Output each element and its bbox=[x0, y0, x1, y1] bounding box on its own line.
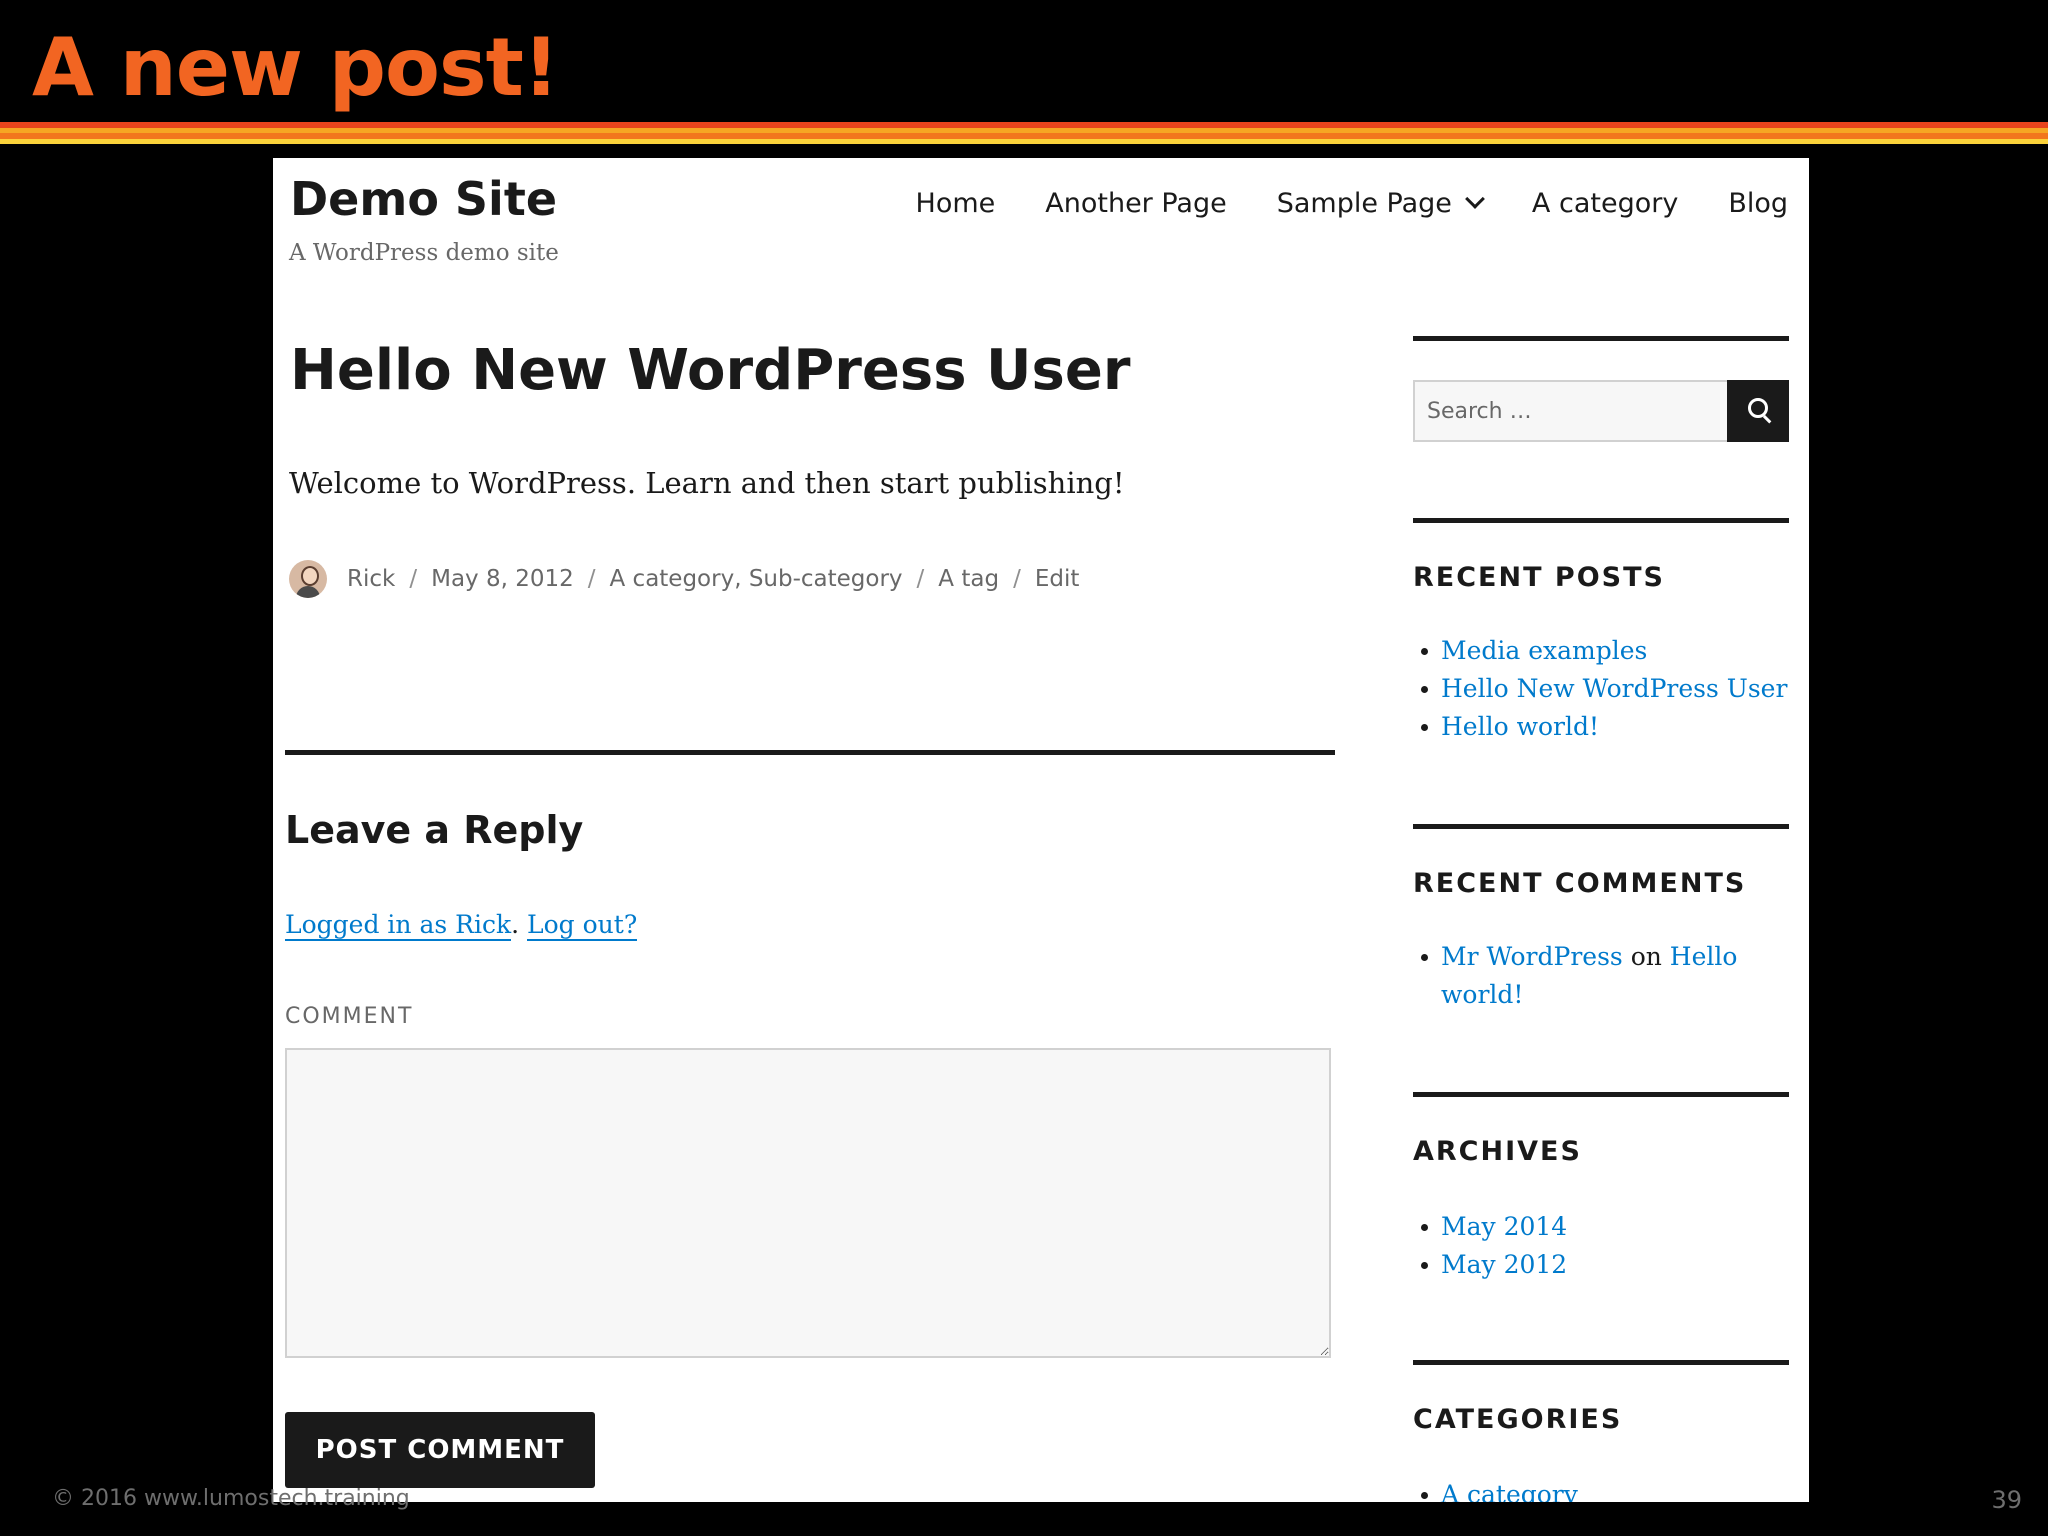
archives-list: May 2014 May 2012 bbox=[1413, 1208, 1789, 1284]
sidebar-rule bbox=[1413, 336, 1789, 341]
comment-textarea[interactable] bbox=[285, 1048, 1331, 1358]
search-icon bbox=[1748, 398, 1768, 418]
post-categories-link[interactable]: A category, Sub-category bbox=[610, 566, 903, 592]
category-link[interactable]: A category bbox=[1441, 1480, 1578, 1502]
list-item: Hello New WordPress User bbox=[1413, 670, 1789, 708]
list-item: May 2012 bbox=[1413, 1246, 1789, 1284]
recent-posts-heading: RECENT POSTS bbox=[1413, 562, 1665, 593]
post-author-link[interactable]: Rick bbox=[347, 566, 395, 592]
sidebar-rule bbox=[1413, 518, 1789, 523]
stripe-4 bbox=[0, 138, 2048, 144]
recent-posts-list: Media examples Hello New WordPress User … bbox=[1413, 632, 1789, 746]
sidebar-rule bbox=[1413, 824, 1789, 829]
meta-separator: / bbox=[916, 566, 925, 592]
post-comment-button[interactable]: POST COMMENT bbox=[285, 1412, 595, 1488]
author-avatar bbox=[289, 560, 327, 598]
main-navigation: Home Another Page Sample Page A category… bbox=[916, 188, 1788, 219]
meta-separator: / bbox=[587, 566, 596, 592]
logged-in-period: . bbox=[511, 910, 520, 939]
logout-link[interactable]: Log out? bbox=[527, 910, 638, 941]
search-input[interactable] bbox=[1413, 380, 1727, 442]
list-item: Mr WordPress on Hello world! bbox=[1413, 938, 1789, 1014]
recent-post-link[interactable]: Hello New WordPress User bbox=[1441, 674, 1787, 703]
slide-page-number: 39 bbox=[1991, 1486, 2022, 1514]
title-stripes bbox=[0, 122, 2048, 144]
post-tag-link[interactable]: A tag bbox=[938, 566, 999, 592]
recent-comments-heading: RECENT COMMENTS bbox=[1413, 868, 1747, 899]
meta-separator: / bbox=[1013, 566, 1021, 592]
slide-title: A new post! bbox=[32, 21, 559, 114]
list-item: May 2014 bbox=[1413, 1208, 1789, 1246]
list-item: Media examples bbox=[1413, 632, 1789, 670]
chevron-down-icon[interactable] bbox=[1465, 189, 1485, 209]
archives-heading: ARCHIVES bbox=[1413, 1136, 1582, 1167]
search-submit-button[interactable] bbox=[1727, 380, 1789, 442]
list-item: A category bbox=[1413, 1476, 1789, 1502]
website-screenshot: Demo Site A WordPress demo site Home Ano… bbox=[273, 158, 1809, 1502]
categories-heading: CATEGORIES bbox=[1413, 1404, 1623, 1435]
slide-footer: © 2016 www.lumostech.training bbox=[52, 1486, 410, 1511]
site-tagline: A WordPress demo site bbox=[289, 240, 559, 266]
post-meta: Rick / May 8, 2012 / A category, Sub-cat… bbox=[289, 560, 1079, 598]
logged-in-line: Logged in as Rick. Log out? bbox=[285, 910, 638, 941]
site-title[interactable]: Demo Site bbox=[290, 172, 557, 226]
comments-divider bbox=[285, 750, 1335, 755]
logged-in-link[interactable]: Logged in as Rick bbox=[285, 910, 512, 941]
categories-list: A category bbox=[1413, 1476, 1789, 1502]
post-edit-link[interactable]: Edit bbox=[1035, 566, 1080, 592]
post-title: Hello New WordPress User bbox=[290, 338, 1131, 403]
meta-separator: / bbox=[409, 566, 418, 592]
post-content: Welcome to WordPress. Learn and then sta… bbox=[289, 466, 1125, 500]
archive-link[interactable]: May 2012 bbox=[1441, 1250, 1567, 1279]
recent-post-link[interactable]: Hello world! bbox=[1441, 712, 1599, 741]
comment-author-link[interactable]: Mr WordPress bbox=[1441, 942, 1623, 971]
nav-item-sample-page[interactable]: Sample Page bbox=[1276, 188, 1485, 219]
comment-on-text: on bbox=[1630, 942, 1662, 971]
sidebar-rule bbox=[1413, 1360, 1789, 1365]
sidebar-rule bbox=[1413, 1092, 1789, 1097]
post-date-link[interactable]: May 8, 2012 bbox=[431, 566, 574, 592]
nav-item-blog[interactable]: Blog bbox=[1728, 188, 1788, 219]
comment-label: COMMENT bbox=[285, 1004, 414, 1029]
nav-item-another-page[interactable]: Another Page bbox=[1045, 188, 1226, 219]
list-item: Hello world! bbox=[1413, 708, 1789, 746]
reply-heading: Leave a Reply bbox=[285, 808, 584, 852]
nav-item-sample-page-label: Sample Page bbox=[1276, 188, 1452, 219]
nav-item-a-category[interactable]: A category bbox=[1532, 188, 1678, 219]
search-form bbox=[1413, 380, 1789, 442]
nav-item-home[interactable]: Home bbox=[916, 188, 996, 219]
recent-post-link[interactable]: Media examples bbox=[1441, 636, 1647, 665]
archive-link[interactable]: May 2014 bbox=[1441, 1212, 1567, 1241]
recent-comments-list: Mr WordPress on Hello world! bbox=[1413, 938, 1789, 1014]
